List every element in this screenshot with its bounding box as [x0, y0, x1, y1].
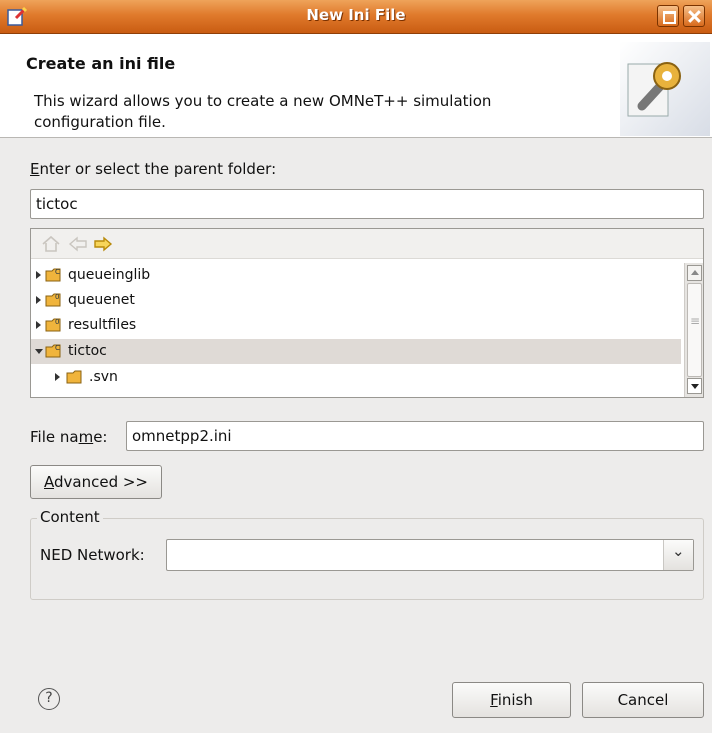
tree-item-svn[interactable]: .svn — [31, 365, 681, 390]
tree-item-queueinglib[interactable]: C queueinglib — [31, 263, 681, 288]
tree-item-queuenet[interactable]: 0 queuenet — [31, 288, 681, 313]
wizard-title: Create an ini file — [26, 54, 176, 73]
cancel-button[interactable]: Cancel — [582, 682, 704, 718]
folder-tree[interactable]: C queueinglib 0 queuenet 0 resultfiles C… — [30, 228, 704, 398]
tree-item-resultfiles[interactable]: 0 resultfiles — [31, 313, 681, 338]
tree-toolbar — [31, 229, 703, 259]
project-folder-icon: 0 — [45, 318, 61, 332]
help-icon[interactable]: ? — [38, 688, 60, 710]
project-folder-icon: 0 — [45, 293, 61, 307]
svg-text:0: 0 — [55, 318, 59, 326]
parent-folder-input[interactable]: tictoc — [30, 189, 704, 219]
content-group-title: Content — [37, 508, 103, 526]
scroll-up-button[interactable] — [687, 265, 702, 281]
ned-network-label: NED Network: — [40, 546, 145, 564]
expand-toggle-icon[interactable] — [55, 373, 60, 381]
collapse-toggle-icon[interactable] — [35, 349, 43, 354]
svg-text:C: C — [55, 268, 60, 276]
close-button[interactable] — [683, 5, 705, 27]
wizard-description: This wizard allows you to create a new O… — [34, 92, 492, 131]
wizard-header: Create an ini file This wizard allows yo… — [0, 34, 712, 138]
window-title: New Ini File — [306, 6, 406, 24]
project-folder-icon: C — [45, 268, 61, 282]
parent-folder-label: Enter or select the parent folder: — [30, 160, 277, 178]
svg-text:0: 0 — [55, 293, 59, 301]
svg-text:C: C — [55, 344, 60, 352]
tree-item-tictoc[interactable]: C tictoc — [31, 339, 681, 364]
ned-network-select[interactable] — [166, 539, 694, 571]
finish-button[interactable]: Finish — [452, 682, 571, 718]
home-icon[interactable] — [41, 235, 61, 253]
dropdown-chevron-icon[interactable] — [663, 540, 693, 570]
expand-toggle-icon[interactable] — [36, 271, 41, 279]
maximize-button[interactable] — [657, 5, 679, 27]
expand-toggle-icon[interactable] — [36, 296, 41, 304]
project-folder-icon: C — [45, 344, 61, 358]
tree-scrollbar[interactable] — [684, 263, 703, 397]
expand-toggle-icon[interactable] — [36, 321, 41, 329]
scroll-down-button[interactable] — [687, 378, 702, 394]
advanced-button[interactable]: Advanced >> — [30, 465, 162, 499]
scroll-thumb[interactable] — [687, 283, 702, 377]
forward-arrow-icon[interactable] — [93, 235, 113, 253]
file-name-input[interactable]: omnetpp2.ini — [126, 421, 704, 451]
window-titlebar[interactable]: New Ini File — [0, 0, 712, 34]
wizard-banner-icon — [620, 42, 710, 136]
file-name-label: File name: — [30, 428, 108, 446]
back-arrow-icon[interactable] — [68, 235, 88, 253]
folder-icon — [66, 370, 82, 384]
